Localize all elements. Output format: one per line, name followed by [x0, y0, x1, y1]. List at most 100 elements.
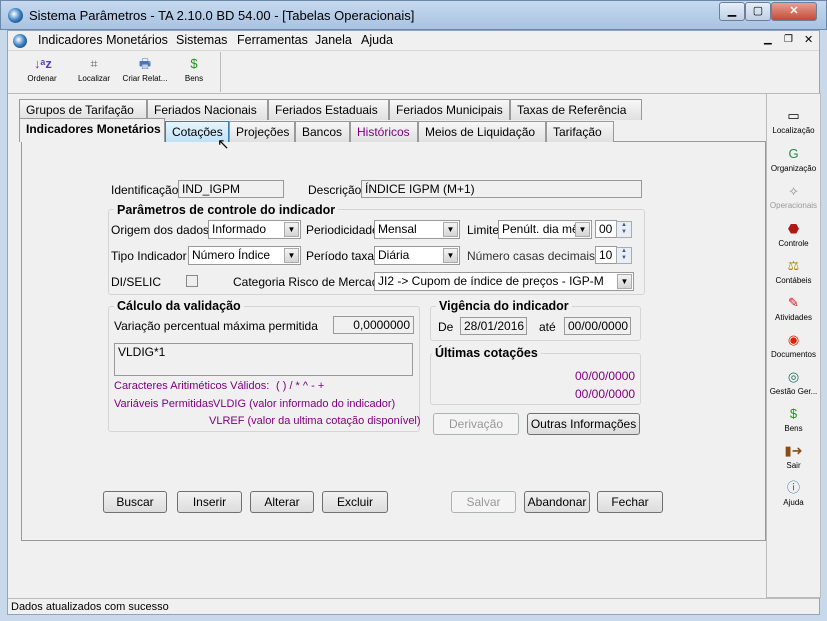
minimize-button[interactable]: ▁: [719, 2, 745, 21]
origem-value: Informado: [212, 222, 267, 236]
sidebar-item-controle[interactable]: ⬣ Controle: [767, 221, 820, 248]
sidebar-item-gestao[interactable]: ◎ Gestão Ger...: [767, 369, 820, 396]
sidebar-item-atividades[interactable]: ✎ Atividades: [767, 295, 820, 322]
menu-ferramentas[interactable]: Ferramentas: [237, 33, 308, 47]
sidebar-label: Sair: [786, 461, 801, 470]
origem-select[interactable]: Informado ▼: [208, 220, 301, 239]
ate-field[interactable]: 00/00/0000: [564, 317, 631, 335]
ultimas-title: Últimas cotações: [432, 346, 541, 360]
chevron-down-icon: ▼: [443, 248, 458, 263]
descricao-field[interactable]: ÍNDICE IGPM (M+1): [361, 180, 642, 198]
app-logo-icon: [8, 8, 23, 23]
sidebar-item-bens[interactable]: $ Bens: [767, 406, 820, 433]
casas-label: Número casas decimais: [467, 249, 596, 263]
localizar-button[interactable]: ⌗ Localizar: [70, 52, 118, 92]
identificacao-field[interactable]: IND_IGPM: [178, 180, 284, 198]
status-text: Dados atualizados com sucesso: [11, 601, 169, 613]
sidebar-item-documentos[interactable]: ◉ Documentos: [767, 332, 820, 359]
sidebar-item-organizacao[interactable]: G Organização: [767, 146, 820, 173]
diselic-label: DI/SELIC: [111, 275, 162, 289]
inserir-button[interactable]: Inserir: [177, 491, 242, 513]
mdi-client: Indicadores Monetários Sistemas Ferramen…: [7, 30, 821, 615]
localizar-label: Localizar: [77, 74, 110, 83]
menu-indicadores[interactable]: Indicadores Monetários: [38, 33, 168, 47]
casas-spinner[interactable]: ▲ ▼: [616, 247, 632, 264]
descricao-label: Descrição: [308, 183, 362, 197]
limite-value: Penúlt. dia mês: [502, 222, 585, 236]
alterar-button[interactable]: Alterar: [250, 491, 314, 513]
tab-feriados-municipais[interactable]: Feriados Municipais: [389, 99, 510, 120]
close-button[interactable]: ✕: [771, 2, 817, 21]
chevron-down-icon: ▼: [617, 274, 632, 289]
menu-sistemas[interactable]: Sistemas: [176, 33, 227, 47]
salvar-button[interactable]: Salvar: [451, 491, 516, 513]
child-minimize-button[interactable]: ▁: [764, 34, 772, 45]
sidebar-item-operacionais[interactable]: ⟡ Operacionais: [767, 183, 820, 210]
excluir-button[interactable]: Excluir: [322, 491, 388, 513]
chevron-down-icon: ▼: [284, 222, 299, 237]
chevron-down-icon: ▼: [443, 222, 458, 237]
handshake-icon: ⟡: [789, 183, 798, 198]
menu-janela[interactable]: Janela: [315, 33, 352, 47]
tab-bancos[interactable]: Bancos: [295, 121, 350, 142]
window-title: Sistema Parâmetros - TA 2.10.0 BD 54.00 …: [29, 8, 415, 23]
formula-field[interactable]: VLDIG*1: [114, 343, 413, 376]
abandonar-button[interactable]: Abandonar: [524, 491, 590, 513]
de-field[interactable]: 28/01/2016: [460, 317, 527, 335]
de-label: De: [438, 320, 454, 334]
sort-az-icon: ↓ᵃz: [34, 56, 52, 71]
derivacao-button[interactable]: Derivação: [433, 413, 519, 435]
child-restore-button[interactable]: ❐: [784, 34, 793, 45]
variacao-label: Variação percentual máxima permitida: [114, 319, 318, 333]
tab-tarifacao[interactable]: Tarifação: [546, 121, 614, 142]
maximize-button[interactable]: ▢: [745, 2, 771, 21]
tab-historicos[interactable]: Históricos: [350, 121, 418, 142]
menu-bar: Indicadores Monetários Sistemas Ferramen…: [8, 31, 819, 51]
sidebar-item-localizacao[interactable]: ▭ Localização: [767, 108, 820, 135]
tab-meios-liquidacao[interactable]: Meios de Liquidação: [418, 121, 546, 142]
variacao-field[interactable]: 0,0000000: [333, 316, 414, 334]
periodicidade-select[interactable]: Mensal ▼: [374, 220, 460, 239]
tool-icon: ✎: [788, 295, 799, 310]
tipo-select[interactable]: Número Índice ▼: [188, 246, 301, 265]
organization-icon: G: [788, 146, 799, 161]
sidebar-item-ajuda[interactable]: ⓘ Ajuda: [767, 480, 820, 507]
ordenar-label: Ordenar: [27, 74, 57, 83]
ate-label: até: [539, 320, 556, 334]
tab-grupos-tarifacao[interactable]: Grupos de Tarifação: [19, 99, 147, 120]
criar-relatorio-button[interactable]: 🖶 Criar Relat...: [118, 52, 172, 92]
buscar-button[interactable]: Buscar: [103, 491, 167, 513]
sidebar-item-contabeis[interactable]: ⚖ Contábeis: [767, 258, 820, 285]
sidebar-label: Documentos: [771, 350, 816, 359]
mouse-cursor-icon: ↖: [217, 136, 230, 153]
right-sidebar: ▭ Localização G Organização ⟡ Operacionais …: [766, 93, 821, 598]
tab-taxas-referencia[interactable]: Taxas de Referência: [510, 99, 642, 120]
limite-select[interactable]: Penúlt. dia mês ▼: [498, 220, 592, 239]
fechar-button[interactable]: Fechar: [597, 491, 663, 513]
child-close-button[interactable]: ✕: [804, 33, 813, 46]
sidebar-label: Organização: [770, 164, 817, 173]
casas-field[interactable]: 10: [595, 246, 617, 264]
chevron-down-icon: ▼: [284, 248, 299, 263]
sidebar-item-sair[interactable]: ▮➜ Sair: [767, 443, 820, 470]
title-bar: Sistema Parâmetros - TA 2.10.0 BD 54.00 …: [0, 0, 827, 30]
bens-button[interactable]: $ Bens: [170, 52, 218, 92]
ordenar-button[interactable]: ↓ᵃz Ordenar: [18, 52, 66, 92]
outras-informacoes-button[interactable]: Outras Informações: [527, 413, 640, 435]
params-title: Parâmetros de controle do indicador: [114, 203, 339, 217]
tab-projecoes[interactable]: Projeções: [229, 121, 295, 142]
limite-spinner[interactable]: ▲ ▼: [616, 221, 632, 238]
tab-feriados-nacionais[interactable]: Feriados Nacionais: [147, 99, 268, 120]
tipo-label: Tipo Indicador: [111, 249, 187, 263]
diselic-checkbox[interactable]: [186, 275, 198, 287]
menu-ajuda[interactable]: Ajuda: [361, 33, 393, 47]
criar-relatorio-label: Criar Relat...: [122, 74, 168, 83]
categoria-select[interactable]: JI2 -> Cupom de índice de preços - IGP-M…: [374, 272, 634, 291]
limite-num-field[interactable]: 00: [595, 220, 617, 238]
exit-door-icon: ▮➜: [784, 443, 803, 458]
sidebar-label: Controle: [778, 239, 809, 248]
sidebar-label: Bens: [784, 424, 803, 433]
tab-feriados-estaduais[interactable]: Feriados Estaduais: [268, 99, 389, 120]
tab-indicadores-monetarios[interactable]: Indicadores Monetários: [19, 118, 165, 142]
periodo-select[interactable]: Diária ▼: [374, 246, 460, 265]
